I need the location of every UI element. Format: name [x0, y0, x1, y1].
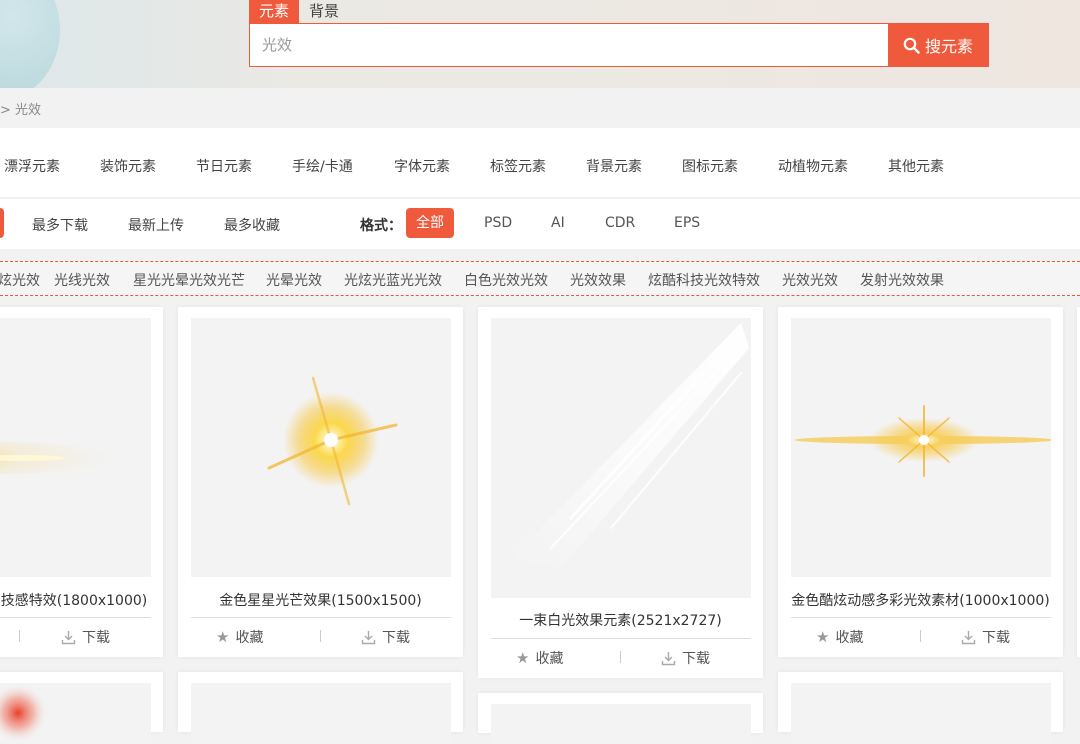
asset-card-partial[interactable]: [778, 672, 1063, 743]
star-icon: ★: [816, 627, 830, 646]
asset-title[interactable]: 金色酷炫动感多彩光效素材(1000x1000): [778, 590, 1063, 610]
asset-card[interactable]: 金色星星光芒效果(1500x1500) ★ 收藏 下载: [178, 307, 463, 657]
asset-card-partial[interactable]: [0, 672, 163, 743]
asset-thumbnail[interactable]: [791, 318, 1051, 577]
header-decoration: [0, 0, 60, 88]
category-item[interactable]: 其他元素: [888, 156, 944, 176]
format-option-cdr[interactable]: CDR: [605, 215, 635, 231]
related-tag[interactable]: 炫酷科技光效特效: [648, 270, 760, 290]
favorite-label: 收藏: [835, 630, 864, 646]
category-item[interactable]: 漂浮元素: [4, 156, 60, 176]
download-label: 下载: [82, 630, 110, 646]
favorite-label: 收藏: [235, 630, 264, 646]
asset-thumbnail[interactable]: [191, 318, 451, 577]
favorite-button[interactable]: ★ 收藏: [516, 648, 563, 668]
download-icon: [961, 630, 976, 644]
category-bar: 漂浮元素 装饰元素 节日元素 手绘/卡通 字体元素 标签元素 背景元素 图标元素…: [0, 128, 1080, 198]
related-tag[interactable]: 发射光效效果: [860, 270, 944, 290]
format-label: 格式：: [360, 218, 402, 234]
category-item[interactable]: 背景元素: [586, 156, 642, 176]
card-divider: [491, 638, 751, 639]
related-tag[interactable]: 光晕光效: [266, 270, 322, 290]
search-tab-elements[interactable]: 元素: [249, 0, 300, 23]
search-icon: [903, 37, 920, 54]
sort-most-favorites[interactable]: 最多收藏: [224, 215, 280, 235]
format-option-eps[interactable]: EPS: [674, 215, 700, 231]
download-label: 下载: [982, 630, 1010, 646]
search-input[interactable]: [250, 24, 888, 66]
category-item[interactable]: 字体元素: [394, 156, 450, 176]
format-option-ai[interactable]: AI: [551, 215, 565, 231]
favorite-button[interactable]: ★ 收藏: [216, 627, 263, 647]
search-box: 搜元素: [249, 23, 989, 67]
related-tag[interactable]: 光效效果: [570, 270, 626, 290]
asset-card[interactable]: 金色酷炫动感多彩光效素材(1000x1000) ★ 收藏 下载: [778, 307, 1063, 657]
related-tag[interactable]: 炫光效: [0, 270, 40, 290]
related-tag[interactable]: 光炫光蓝光光效: [344, 270, 442, 290]
asset-title[interactable]: 金色星星光芒效果(1500x1500): [178, 590, 463, 610]
asset-thumbnail[interactable]: [191, 683, 451, 743]
related-tag[interactable]: 光效光效: [782, 270, 838, 290]
search-button[interactable]: 搜元素: [888, 24, 988, 66]
action-separator: [19, 630, 20, 642]
download-icon: [361, 630, 376, 644]
category-item[interactable]: 图标元素: [682, 156, 738, 176]
favorite-button[interactable]: ★ 收藏: [816, 627, 863, 647]
sort-most-downloads[interactable]: 最多下载: [32, 215, 88, 235]
download-button[interactable]: 下载: [661, 648, 710, 668]
asset-thumbnail[interactable]: [491, 318, 751, 598]
favorite-label: 收藏: [535, 651, 564, 667]
asset-thumbnail[interactable]: [791, 683, 1051, 743]
category-item[interactable]: 动植物元素: [778, 156, 848, 176]
search-tabs: 元素 背景: [249, 0, 349, 23]
related-tag[interactable]: 星光光晕光效光芒: [133, 270, 245, 290]
category-item[interactable]: 标签元素: [490, 156, 546, 176]
star-icon: ★: [516, 648, 530, 667]
download-label: 下载: [682, 651, 710, 667]
card-divider: [791, 617, 1051, 618]
format-option-psd[interactable]: PSD: [484, 215, 512, 231]
search-tab-backgrounds[interactable]: 背景: [299, 0, 349, 23]
asset-thumbnail[interactable]: [0, 318, 151, 577]
action-separator: [320, 630, 321, 642]
action-separator: [920, 630, 921, 642]
category-item[interactable]: 装饰元素: [100, 156, 156, 176]
related-tag[interactable]: 白色光效光效: [464, 270, 548, 290]
download-button[interactable]: 下载: [361, 627, 410, 647]
asset-card[interactable]: 技感特效(1800x1000) 下载: [0, 307, 163, 657]
download-icon: [61, 630, 76, 644]
asset-title[interactable]: 技感特效(1800x1000): [0, 590, 163, 610]
related-tag[interactable]: 光线光效: [54, 270, 110, 290]
card-divider: [0, 617, 151, 618]
format-option-all[interactable]: 全部: [406, 208, 454, 238]
download-icon: [661, 651, 676, 665]
asset-thumbnail[interactable]: [491, 704, 751, 744]
action-separator: [620, 651, 621, 663]
download-button[interactable]: 下载: [61, 627, 110, 647]
asset-title[interactable]: 一束白光效果元素(2521x2727): [478, 610, 763, 630]
breadcrumb: > 光效: [0, 103, 42, 118]
download-button[interactable]: 下载: [961, 627, 1010, 647]
sort-newest[interactable]: 最新上传: [128, 215, 184, 235]
sort-option-active[interactable]: [0, 208, 4, 238]
card-divider: [191, 617, 451, 618]
asset-thumbnail[interactable]: [0, 683, 151, 743]
category-item[interactable]: 手绘/卡通: [292, 156, 353, 176]
related-tags-bar: 炫光效 光线光效 星光光晕光效光芒 光晕光效 光炫光蓝光光效 白色光效光效 光效…: [0, 261, 1080, 296]
category-item[interactable]: 节日元素: [196, 156, 252, 176]
asset-card[interactable]: 一束白光效果元素(2521x2727) ★ 收藏 下载: [478, 307, 763, 678]
asset-card-partial[interactable]: [478, 693, 763, 744]
search-button-label: 搜元素: [924, 37, 973, 56]
download-label: 下载: [382, 630, 410, 646]
sort-bar: 最多下载 最新上传 最多收藏 格式： 全部 PSD AI CDR EPS: [0, 199, 1080, 249]
asset-card-partial[interactable]: [178, 672, 463, 743]
star-icon: ★: [216, 627, 230, 646]
